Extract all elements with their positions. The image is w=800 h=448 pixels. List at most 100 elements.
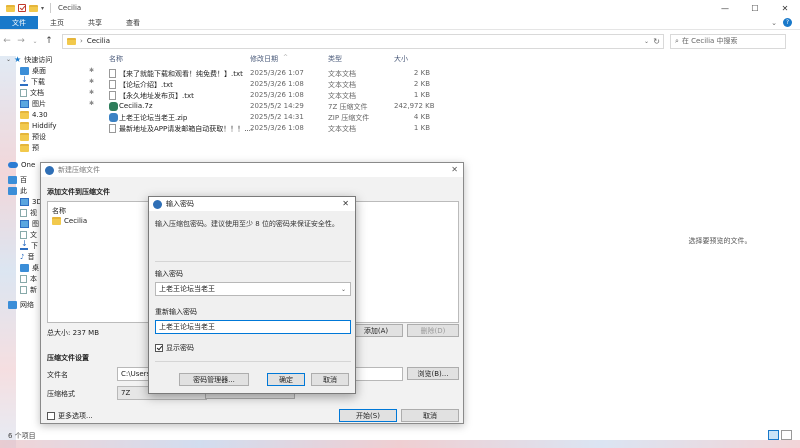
file-row[interactable]: 最新地址及APP请发邮箱自动获取！！！.... 2025/3/26 1:08 文本文… xyxy=(108,123,538,134)
sidebar-item-documents[interactable]: 文档 ✱ xyxy=(0,87,100,98)
column-header-name[interactable]: 名称 xyxy=(52,206,66,216)
address-dropdown-icon[interactable]: ⌄ xyxy=(644,38,649,45)
sidebar-item-label: 桌面 xyxy=(32,66,46,75)
column-header-date[interactable]: 修改日期 xyxy=(250,54,278,64)
drive-icon xyxy=(20,274,27,283)
cancel-button[interactable]: 取消 xyxy=(311,373,349,386)
file-date: 2025/5/2 14:31 xyxy=(250,113,304,121)
tab-file[interactable]: 文件 xyxy=(0,16,38,29)
file-row[interactable]: 【来了就能下载和观看！纯免费！】.txt 2025/3/26 1:07 文本文档 2 … xyxy=(108,68,538,79)
file-size: 1 KB xyxy=(413,91,430,99)
start-button[interactable]: 开始(S) xyxy=(339,409,397,422)
forward-arrow-icon[interactable]: → xyxy=(14,36,28,46)
file-type: 文本文档 xyxy=(328,92,356,100)
refresh-icon[interactable]: ↻ xyxy=(653,37,660,46)
sidebar-item-downloads[interactable]: 下载 ✱ xyxy=(0,75,100,87)
breadcrumb-current[interactable]: Cecilia xyxy=(87,37,110,45)
folder-icon xyxy=(6,4,15,12)
password-dialog: 输入密码 ✕ 输入压缩包密码。建议使用至少 8 位的密码来保证安全性。 输入密码… xyxy=(148,196,356,394)
file-row[interactable]: Cecilia.7z 2025/5/2 14:29 7Z 压缩文件 242,972 K… xyxy=(108,101,538,112)
view-toggle xyxy=(768,430,792,440)
show-password-checkbox[interactable] xyxy=(155,344,163,352)
sidebar-item-pictures[interactable]: 图片 ✱ xyxy=(0,98,100,109)
app-icon xyxy=(153,199,162,209)
add-button[interactable]: 添加(A) xyxy=(349,324,403,337)
section-heading: 添加文件到压缩文件 xyxy=(47,188,110,196)
sidebar-item-quick-access[interactable]: ⌄ ★ 快速访问 xyxy=(0,54,100,65)
large-icons-view-icon[interactable] xyxy=(781,430,792,440)
browse-button[interactable]: 浏览(B)... xyxy=(407,367,459,380)
text-file-icon xyxy=(109,124,116,133)
section-heading: 压缩文件设置 xyxy=(47,354,89,362)
file-row[interactable]: 【永久地址发布页】.txt 2025/3/26 1:08 文本文档 1 KB xyxy=(108,90,538,101)
search-icon: ⌕ xyxy=(675,36,679,45)
file-name: 【论坛介绍】.txt xyxy=(119,81,173,89)
up-arrow-icon[interactable]: ↑ xyxy=(42,36,56,46)
download-icon xyxy=(20,75,28,86)
column-header-name[interactable]: 名称 xyxy=(109,54,123,64)
chevron-down-icon[interactable]: ⌄ xyxy=(341,286,346,293)
file-date: 2025/5/2 14:29 xyxy=(250,102,304,110)
dialog-titlebar: 新建压缩文件 xyxy=(41,163,463,177)
back-arrow-icon[interactable]: ← xyxy=(0,36,14,46)
file-size: 2 KB xyxy=(413,80,430,88)
pin-icon: ✱ xyxy=(88,100,94,107)
file-date: 2025/3/26 1:08 xyxy=(250,91,304,99)
search-input[interactable]: ⌕ 在 Cecilia 中搜索 xyxy=(670,33,786,49)
archive-zip-icon xyxy=(109,113,118,122)
sidebar-item-folder[interactable]: 预设 xyxy=(0,131,100,142)
folder-icon xyxy=(20,110,29,119)
breadcrumb-separator-icon: › xyxy=(80,37,83,45)
list-item[interactable]: Cecilia xyxy=(52,217,87,225)
properties-icon[interactable] xyxy=(18,4,26,12)
file-type: 文本文档 xyxy=(328,125,356,133)
sidebar-item-label: 图 xyxy=(32,219,39,228)
music-icon: ♪ xyxy=(20,252,25,261)
sidebar-item-folder[interactable]: 预 xyxy=(0,142,100,153)
password-input[interactable]: 上老王论坛当老王 ⌄ xyxy=(155,282,351,296)
tab-share[interactable]: 共享 xyxy=(76,16,114,29)
column-header-type[interactable]: 类型 xyxy=(328,54,342,64)
details-view-icon[interactable] xyxy=(768,430,779,440)
sidebar-item-desktop[interactable]: 桌面 ✱ xyxy=(0,65,100,76)
more-options-label: 更多选项... xyxy=(58,412,93,420)
more-options-toggle[interactable]: 更多选项... xyxy=(47,411,93,421)
archive-7z-icon xyxy=(109,102,118,111)
tab-home[interactable]: 主页 xyxy=(38,16,76,29)
sidebar-item-label: 文档 xyxy=(30,88,44,97)
divider xyxy=(155,261,351,262)
pin-icon: ✱ xyxy=(88,89,94,96)
file-row[interactable]: 【论坛介绍】.txt 2025/3/26 1:08 文本文档 2 KB xyxy=(108,79,538,90)
new-folder-icon[interactable] xyxy=(29,4,38,12)
sidebar-item-label: 桌 xyxy=(32,263,39,272)
ribbon-tabs: 文件 主页 共享 查看 ⌄ ? xyxy=(0,16,800,30)
close-icon[interactable]: ✕ xyxy=(342,199,349,208)
sidebar-item-folder[interactable]: 4.30 xyxy=(0,109,100,120)
sidebar-item-label: 预设 xyxy=(32,132,46,141)
chevron-down-icon[interactable]: ▾ xyxy=(41,5,44,12)
taskbar-wallpaper-strip xyxy=(0,440,800,448)
sidebar-item-label: 本 xyxy=(30,274,37,283)
sidebar-item-label: 新 xyxy=(30,285,37,294)
file-size: 2 KB xyxy=(413,69,430,77)
preview-pane-text: 选择要预览的文件。 xyxy=(688,237,752,245)
column-header-size[interactable]: 大小 xyxy=(394,54,408,64)
sidebar-item-folder[interactable]: Hiddify xyxy=(0,120,100,131)
file-row[interactable]: 上老王论坛当老王.zip 2025/5/2 14:31 ZIP 压缩文件 4 KB xyxy=(108,112,538,123)
address-bar[interactable]: › Cecilia ⌄ ↻ xyxy=(62,33,664,49)
close-button[interactable]: ✕ xyxy=(770,0,800,16)
tab-view[interactable]: 查看 xyxy=(114,16,152,29)
more-options-checkbox[interactable] xyxy=(47,412,55,420)
ok-button[interactable]: 确定 xyxy=(267,373,305,386)
cancel-button[interactable]: 取消 xyxy=(401,409,459,422)
password-manager-button[interactable]: 密码管理器... xyxy=(179,373,249,386)
show-password-toggle[interactable]: 显示密码 xyxy=(155,343,194,353)
close-icon[interactable]: ✕ xyxy=(451,165,458,174)
help-icon[interactable]: ? xyxy=(783,18,792,27)
confirm-password-input[interactable]: 上老王论坛当老王 xyxy=(155,320,351,334)
recent-locations-icon[interactable]: ⌄ xyxy=(28,38,42,45)
expand-ribbon-icon[interactable]: ⌄ xyxy=(771,19,777,27)
minimize-button[interactable]: — xyxy=(710,0,740,16)
delete-button[interactable]: 删除(D) xyxy=(407,324,459,337)
maximize-button[interactable]: ☐ xyxy=(740,0,770,16)
